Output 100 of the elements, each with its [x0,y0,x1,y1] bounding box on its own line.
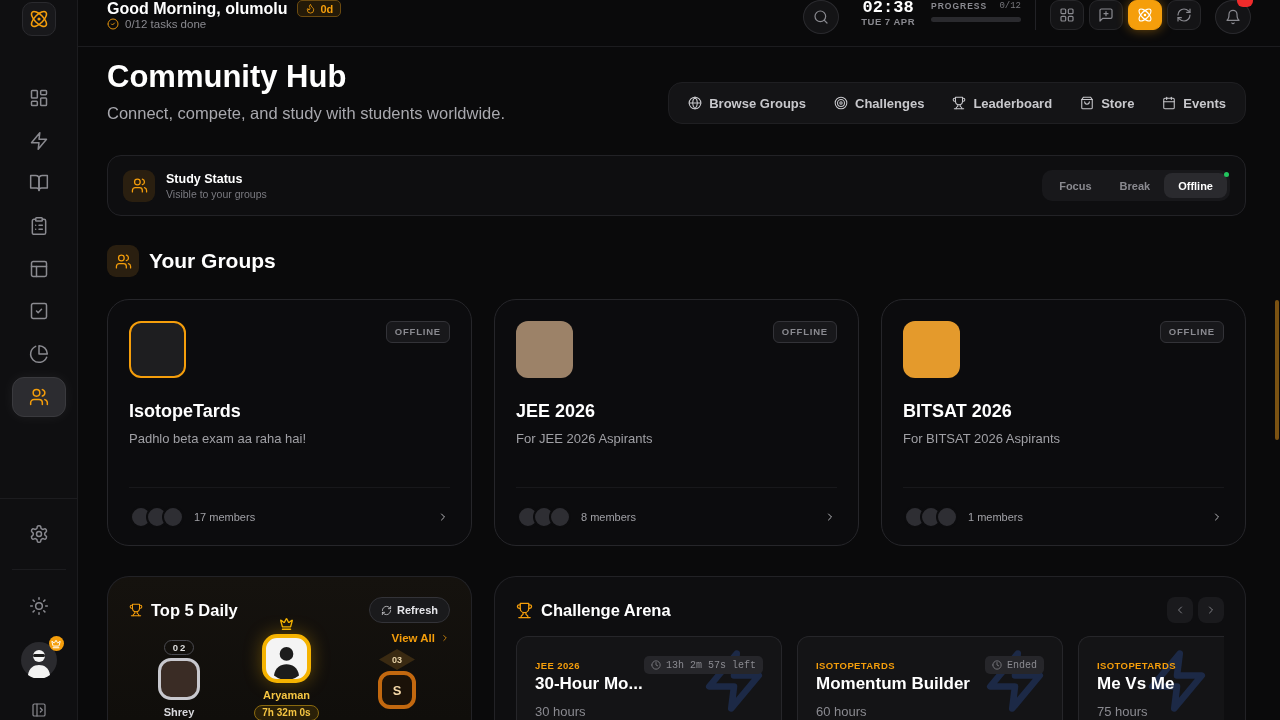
page-title: Community Hub [107,59,348,95]
book-icon [28,173,49,194]
group-name: JEE 2026 [516,400,597,422]
status-dot-icon [1224,172,1229,177]
group-card[interactable]: OFFLINE BITSAT 2026 For BITSAT 2026 Aspirants 1 members [881,299,1246,546]
status-option[interactable]: Offline [1164,173,1227,198]
card-title: Challenge Arena [541,600,671,620]
tasks-progress-text: 0/12 tasks done [125,18,207,30]
notifications-button[interactable] [1215,0,1251,34]
status-badge: OFFLINE [1159,321,1224,343]
photo-placeholder [516,321,573,378]
refresh-icon [381,604,393,616]
refresh-button[interactable]: Refresh [369,597,450,623]
progress-count: 0/12 [999,1,1021,11]
group-description: For JEE 2026 Aspirants [516,430,654,448]
scrollbar-thumb[interactable] [1275,300,1279,440]
clock-icon [992,660,1002,670]
users-icon [123,169,155,202]
clock-icon [651,660,661,670]
timer-text: Ended [1007,659,1037,671]
target-icon [834,96,848,110]
users-icon [107,245,139,277]
group-description: For BITSAT 2026 Aspirants [903,430,1062,448]
section-title: Your Groups [149,248,276,274]
sidebar-toggle-icon[interactable] [30,702,47,718]
challenge-card[interactable]: JEE 2026 13h 2m 57s left 30-Hour Mo... 30 hours [516,636,782,720]
status-option[interactable]: Focus [1045,173,1106,198]
study-status-title: Study Status [166,170,244,187]
rank-badge: 03 [379,649,415,670]
status-badge: OFFLINE [772,321,837,343]
group-tag: ISOTOPETARDS [1097,659,1176,671]
member-count: 8 members [581,510,637,523]
card-title: Top 5 Daily [151,600,238,620]
user-avatar-icon[interactable] [20,642,57,678]
challenge-title: Me Vs Me [1097,674,1176,694]
greeting-title: Good Morning, olumolu [107,0,288,17]
member-count: 17 members [194,510,256,523]
nav-button[interactable]: Events [1152,88,1236,118]
crown-icon [278,617,295,631]
photo-placeholder [129,321,186,378]
dashboard-icon [28,88,49,108]
nav-button[interactable]: Store [1070,88,1145,118]
group-name: BITSAT 2026 [903,400,1013,422]
flame-icon [305,3,317,14]
page-subtitle: Connect, compete, and study with students worldwide. [107,103,506,124]
group-card[interactable]: OFFLINE IsotopeTards Padhlo beta exam aa raha hai! 17 members [107,299,472,546]
pie-chart-icon [28,344,49,365]
group-tag: JEE 2026 [535,659,580,671]
avatar-initial: S [378,671,416,709]
player-name: Shrey [163,706,195,719]
grid-icon [1059,7,1075,23]
nav-button[interactable]: Leaderboard [942,88,1063,118]
player-name: Aryaman [262,689,311,702]
logo-icon[interactable] [21,2,56,36]
nav-button[interactable]: Browse Groups [678,88,816,118]
avatar-icon [262,634,311,683]
date-text: TUE 7 APR [861,16,915,28]
streak-count: 0d [320,2,334,15]
trophy-icon [952,96,967,110]
checkbox-icon [28,301,49,322]
challenge-target: 30 hours [535,704,587,720]
challenge-title: Momentum Builder [816,674,971,694]
status-option[interactable]: Break [1105,173,1165,198]
study-status-subtitle: Visible to your groups [166,186,267,201]
bag-icon [1080,96,1095,110]
toolbar-button[interactable] [1128,0,1162,30]
group-description: Padhlo beta exam aa raha hai! [129,430,308,448]
group-card[interactable]: OFFLINE JEE 2026 For JEE 2026 Aspirants 8 members [494,299,859,546]
crown-badge-icon [48,636,64,651]
nav-button[interactable]: Challenges [824,88,935,118]
group-name: IsotopeTards [129,400,242,422]
layout-icon [28,258,49,279]
atom-icon [1137,7,1153,23]
timer-text: 13h 2m 57s left [666,659,756,671]
users-icon [28,386,49,407]
photo-placeholder [158,658,200,700]
challenge-card[interactable]: ISOTOPETARDS Ended Momentum Builder 60 hours [797,636,1063,720]
bell-icon [1225,9,1241,25]
trophy-icon [129,603,143,617]
sun-icon[interactable] [28,596,49,616]
lightning-icon [28,130,49,151]
photo-placeholder [903,321,960,378]
globe-icon [688,96,703,110]
search-button[interactable] [803,0,840,34]
time-badge: 7h 32m 0s [254,705,319,720]
group-tag: ISOTOPETARDS [816,659,895,671]
member-count: 1 members [968,510,1024,523]
status-badge: OFFLINE [385,321,450,343]
clock-time: 02:38 [862,0,914,16]
chevron-right-icon [440,633,450,643]
sidebar-nav-button[interactable] [11,376,66,417]
settings-icon[interactable] [28,524,49,544]
message-plus-icon [1098,7,1114,23]
view-all-link[interactable]: View All [391,631,450,645]
check-circle-icon [107,18,119,30]
progress-label: PROGRESS [931,1,988,11]
trophy-icon [516,601,533,619]
challenge-target: 75 hours [1097,704,1149,720]
refresh-icon [1176,7,1192,23]
challenge-card[interactable]: ISOTOPETARDS Me Vs Me 75 hours [1078,636,1224,720]
